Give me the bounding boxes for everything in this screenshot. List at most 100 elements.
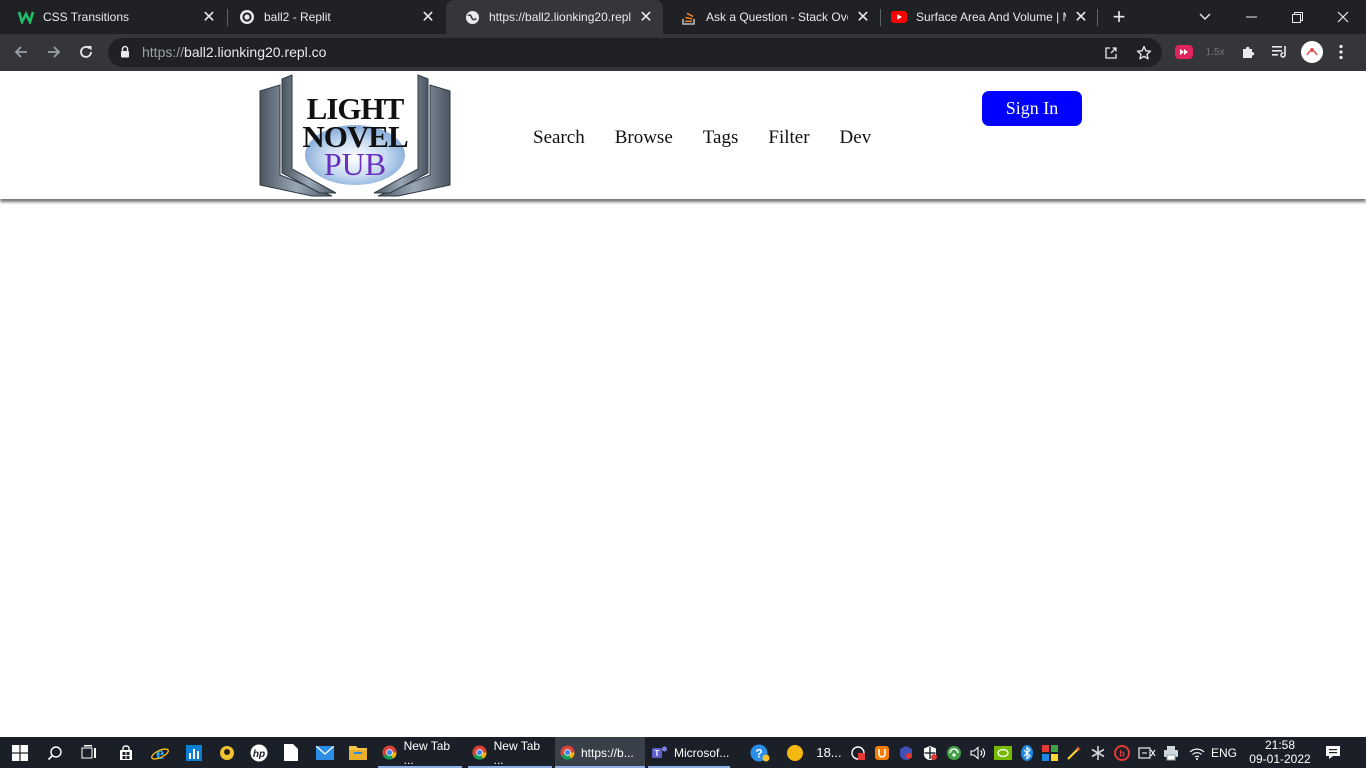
- youtube-extension-icon[interactable]: [1174, 42, 1194, 62]
- system-clock[interactable]: 21:58 09-01-2022: [1244, 738, 1316, 766]
- main-nav: Search Browse Tags Filter Dev: [533, 127, 901, 149]
- close-window-button[interactable]: [1320, 0, 1366, 34]
- nav-search[interactable]: Search: [533, 127, 585, 149]
- tray-vpn-icon[interactable]: [896, 744, 916, 761]
- beats-icon[interactable]: b: [1112, 744, 1132, 761]
- nav-dev[interactable]: Dev: [840, 127, 872, 149]
- forward-button[interactable]: [40, 38, 68, 66]
- replit-icon: [239, 9, 255, 25]
- task-view-icon[interactable]: [74, 737, 104, 768]
- tab-css-transitions[interactable]: CSS Transitions ✕: [0, 0, 226, 34]
- tab-divider: [1097, 9, 1098, 26]
- bookmark-star-icon[interactable]: [1135, 44, 1153, 62]
- input-language[interactable]: ENG: [1210, 744, 1238, 761]
- close-tab-icon[interactable]: ✕: [637, 8, 655, 26]
- bluetooth-icon[interactable]: [1018, 744, 1036, 761]
- svg-text:?: ?: [755, 746, 762, 760]
- taskbar-app-chrome-newtab-2[interactable]: New Tab ...: [468, 737, 552, 768]
- light-novel-pub-logo[interactable]: LIGHT NOVEL PUB: [258, 73, 452, 198]
- taskbar-app-label: New Tab ...: [403, 738, 451, 767]
- tray-network-adapter-icon[interactable]: [1136, 744, 1158, 761]
- svg-text:T: T: [655, 749, 660, 758]
- nav-filter[interactable]: Filter: [768, 127, 809, 149]
- site-header: LIGHT NOVEL PUB Search Browse Tags Filte…: [0, 71, 1366, 199]
- share-icon[interactable]: [1102, 44, 1120, 62]
- windows-taskbar: e hp New Tab ... New Tab ... https://b..…: [0, 737, 1366, 768]
- tray-app-icon[interactable]: [848, 744, 868, 761]
- clock-date: 09-01-2022: [1249, 752, 1311, 766]
- stackoverflow-icon: [681, 9, 697, 25]
- back-button[interactable]: [7, 38, 35, 66]
- file-explorer-icon[interactable]: [342, 737, 374, 768]
- chrome-icon: [472, 745, 488, 761]
- tab-title: CSS Transitions: [43, 10, 130, 24]
- profile-avatar[interactable]: [1300, 41, 1324, 63]
- chrome-icon: [382, 745, 398, 761]
- extensions-puzzle-icon[interactable]: [1238, 42, 1258, 62]
- svg-text:b: b: [1119, 748, 1125, 758]
- teams-icon: T: [652, 745, 668, 761]
- speaker-icon[interactable]: [968, 744, 988, 761]
- playback-speed-badge[interactable]: 1.5x: [1202, 42, 1228, 62]
- magic-wand-icon[interactable]: [1064, 744, 1084, 761]
- weather-sun-icon[interactable]: [784, 744, 806, 761]
- tab-replit[interactable]: ball2 - Replit ✕: [221, 0, 445, 34]
- close-tab-icon[interactable]: ✕: [200, 8, 218, 26]
- globe-icon: [464, 9, 480, 25]
- notifications-icon[interactable]: [1318, 737, 1348, 768]
- tab-title: ball2 - Replit: [264, 10, 331, 24]
- taskbar-app-label: Microsof...: [674, 745, 730, 760]
- chrome-icon: [559, 745, 575, 761]
- data-app-icon[interactable]: [178, 737, 210, 768]
- weather-temperature[interactable]: 18...: [812, 744, 846, 761]
- taskbar-app-label: https://b...: [581, 745, 634, 760]
- url-text[interactable]: https://ball2.lionking20.repl.co: [142, 44, 326, 60]
- minimize-button[interactable]: [1228, 0, 1274, 34]
- search-icon[interactable]: [40, 737, 70, 768]
- tab-active-page[interactable]: https://ball2.lionking20.repl.c ✕: [446, 0, 663, 34]
- lock-icon[interactable]: [120, 45, 130, 63]
- tray-shield-icon[interactable]: [872, 744, 892, 761]
- url-scheme: https://: [142, 44, 185, 60]
- url-host: ball2.lionking20.repl.co: [184, 44, 327, 60]
- taskbar-app-label: New Tab ...: [493, 738, 541, 767]
- nav-tags[interactable]: Tags: [703, 127, 739, 149]
- close-tab-icon[interactable]: ✕: [419, 8, 437, 26]
- windows-start-icon[interactable]: [0, 737, 40, 768]
- taskbar-app-chrome-newtab-1[interactable]: New Tab ...: [378, 737, 462, 768]
- tab-title: Ask a Question - Stack Overfl: [706, 10, 848, 24]
- tray-sync-icon[interactable]: [944, 744, 964, 761]
- close-tab-icon[interactable]: ✕: [1072, 8, 1090, 26]
- wifi-icon[interactable]: [1186, 744, 1208, 761]
- tray-grid-app-icon[interactable]: [1040, 744, 1060, 761]
- tab-title: Surface Area And Volume | M: [916, 10, 1066, 24]
- sign-in-button[interactable]: Sign In: [982, 91, 1082, 126]
- web-page: LIGHT NOVEL PUB Search Browse Tags Filte…: [0, 71, 1366, 737]
- nav-browse[interactable]: Browse: [615, 127, 673, 149]
- notepad-icon[interactable]: [276, 737, 306, 768]
- reload-button[interactable]: [72, 38, 100, 66]
- new-tab-button[interactable]: +: [1106, 4, 1132, 29]
- mail-icon[interactable]: [310, 737, 340, 768]
- tab-stackoverflow[interactable]: Ask a Question - Stack Overfl ✕: [663, 0, 880, 34]
- chrome-menu-icon[interactable]: [1332, 42, 1350, 62]
- snowflake-icon[interactable]: [1088, 744, 1108, 761]
- help-icon[interactable]: ?: [748, 744, 772, 761]
- store-icon[interactable]: [110, 737, 142, 768]
- hp-icon[interactable]: hp: [244, 737, 274, 768]
- restore-button[interactable]: [1274, 0, 1320, 34]
- nvidia-icon[interactable]: [992, 744, 1014, 761]
- taskbar-app-teams[interactable]: T Microsof...: [648, 737, 730, 768]
- avatar-app-icon[interactable]: [212, 737, 242, 768]
- logo-text-line3: PUB: [324, 146, 386, 182]
- printer-icon[interactable]: [1160, 744, 1182, 761]
- media-queue-icon[interactable]: [1270, 42, 1290, 62]
- w-logo-icon: [18, 9, 34, 25]
- taskbar-app-chrome-active[interactable]: https://b...: [555, 737, 645, 768]
- internet-explorer-icon[interactable]: e: [144, 737, 176, 768]
- tab-search-icon[interactable]: [1182, 0, 1228, 34]
- address-bar[interactable]: https://ball2.lionking20.repl.co: [108, 38, 1162, 67]
- tab-youtube[interactable]: Surface Area And Volume | M ✕: [873, 0, 1098, 34]
- tray-security-icon[interactable]: [920, 744, 940, 761]
- close-tab-icon[interactable]: ✕: [854, 8, 872, 26]
